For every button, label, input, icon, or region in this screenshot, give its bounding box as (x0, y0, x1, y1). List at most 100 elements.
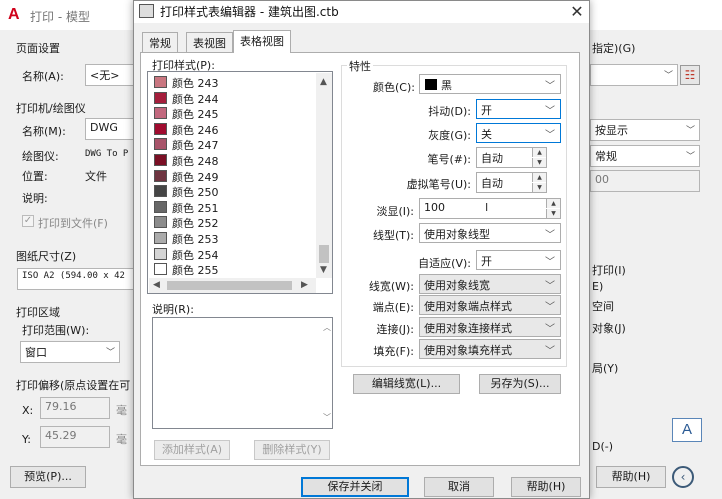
plot-style-item[interactable]: 颜色 250 (154, 183, 314, 199)
dither-select[interactable]: 开 ﹀ (476, 99, 561, 119)
lineweight-select[interactable]: 使用对象线宽 ﹀ (419, 274, 561, 294)
option-item-2[interactable]: E) (592, 280, 603, 293)
scroll-thumb[interactable] (319, 245, 329, 263)
plot-style-name: 颜色 255 (172, 264, 219, 278)
add-style-button[interactable]: 添加样式(A) (154, 440, 230, 460)
scroll-left-icon[interactable]: ◀ (153, 280, 160, 290)
spin-down-icon[interactable]: ▼ (532, 158, 546, 167)
paper-size-select[interactable]: ISO A2 (594.00 x 42 (17, 268, 135, 290)
save-and-close-button[interactable]: 保存并关闭 (301, 477, 409, 497)
plot-style-item[interactable]: 颜色 245 (154, 105, 314, 121)
virtual-pen-spinner[interactable]: 自动 ▲ ▼ (476, 172, 547, 193)
scroll-down-icon[interactable]: ▼ (320, 265, 327, 275)
option-item-4[interactable]: 对象(J) (592, 320, 626, 336)
spin-down-icon[interactable]: ▼ (532, 183, 546, 192)
save-as-button[interactable]: 另存为(S)... (479, 374, 561, 394)
plot-style-name: 颜色 252 (172, 217, 219, 231)
shaded-viewport-select[interactable]: 按显示 ﹀ (590, 119, 700, 141)
end-style-label: 端点(E): (372, 301, 414, 314)
collapse-options-icon[interactable]: ‹ (672, 466, 694, 488)
plot-style-item[interactable]: 颜色 254 (154, 246, 314, 262)
offset-x-input[interactable]: 79.16 (40, 397, 110, 419)
plot-style-item[interactable]: 颜色 243 (154, 74, 314, 90)
chevron-down-icon: ﹀ (105, 348, 115, 358)
help-button[interactable]: 帮助(H) (511, 477, 581, 497)
option-item-1[interactable]: 打印(I) (592, 262, 626, 278)
linetype-select[interactable]: 使用对象线型 ﹀ (419, 223, 561, 243)
dpi-input[interactable]: 00 (590, 170, 700, 192)
tab-table-view[interactable]: 表视图 (186, 32, 233, 52)
pen-number-label: 笔号(#): (427, 153, 471, 166)
partial-option-label[interactable]: D(-) (592, 440, 613, 453)
end-style-select[interactable]: 使用对象端点样式 ﹀ (419, 295, 561, 315)
plot-style-table-select[interactable]: ﹀ (590, 64, 678, 86)
cancel-button[interactable]: 取消 (424, 477, 494, 497)
tab-form-view[interactable]: 表格视图 (233, 30, 291, 53)
join-style-value: 使用对象连接样式 (424, 322, 512, 335)
spin-up-icon[interactable]: ▲ (532, 173, 546, 182)
plot-to-file-checkbox[interactable]: ✓ (22, 215, 34, 227)
plot-range-select[interactable]: 窗口 ﹀ (20, 341, 120, 363)
offset-y-label: Y: (22, 433, 31, 446)
page-setup-name-label: 名称(A): (22, 70, 64, 83)
offset-y-input[interactable]: 45.29 (40, 426, 110, 448)
plot-style-item[interactable]: 颜色 244 (154, 90, 314, 106)
grayscale-label: 灰度(G): (428, 129, 471, 142)
plot-style-name: 颜色 245 (172, 108, 219, 122)
spin-down-icon[interactable]: ▼ (546, 209, 560, 218)
tab-general[interactable]: 常规 (142, 32, 178, 52)
plot-style-name: 颜色 254 (172, 248, 219, 262)
plot-style-item[interactable]: 颜色 255 (154, 261, 314, 277)
scroll-up-icon[interactable]: ︿ (323, 322, 331, 333)
color-select[interactable]: 黑 ﹀ (419, 74, 561, 94)
scroll-right-icon[interactable]: ▶ (301, 280, 308, 290)
description-textarea[interactable]: ︿ ﹀ (152, 317, 333, 429)
plot-help-button[interactable]: 帮助(H) (596, 466, 666, 488)
plot-style-item[interactable]: 颜色 247 (154, 136, 314, 152)
screening-spinner[interactable]: 100 I ▲ ▼ (419, 198, 561, 219)
plot-style-item[interactable]: 颜色 253 (154, 230, 314, 246)
location-value: 文件 (85, 170, 107, 183)
page-setup-name-select[interactable]: <无> (85, 64, 135, 86)
spin-up-icon[interactable]: ▲ (546, 199, 560, 208)
plot-style-item[interactable]: 颜色 246 (154, 121, 314, 137)
shade-display-value: 按显示 (595, 124, 628, 137)
close-icon[interactable]: ✕ (566, 1, 588, 23)
horizontal-scrollbar[interactable]: ◀ ▶ (149, 278, 316, 293)
vertical-scrollbar[interactable]: ▲ ▼ (316, 73, 332, 278)
grayscale-select[interactable]: 关 ﹀ (476, 123, 561, 143)
plotter-label: 绘图仪: (22, 150, 59, 163)
adaptive-select[interactable]: 开 ﹀ (476, 250, 561, 270)
spin-up-icon[interactable]: ▲ (532, 148, 546, 157)
page-setup-name-value: <无> (90, 69, 120, 82)
option-item-5[interactable]: 局(Y) (592, 360, 618, 376)
fill-style-select[interactable]: 使用对象填充样式 ﹀ (419, 339, 561, 359)
plot-style-item[interactable]: 颜色 252 (154, 214, 314, 230)
edit-lineweights-button[interactable]: 编辑线宽(L)... (353, 374, 460, 394)
plot-to-file-label: 打印到文件(F) (38, 217, 108, 230)
linetype-label: 线型(T): (372, 229, 414, 242)
printer-name-select[interactable]: DWG (85, 118, 135, 140)
plotter-value: DWG To P (85, 149, 129, 159)
join-style-select[interactable]: 使用对象连接样式 ﹀ (419, 317, 561, 337)
quality-select[interactable]: 常规 ﹀ (590, 145, 700, 167)
h-scroll-thumb[interactable] (167, 281, 292, 290)
scroll-down-icon[interactable]: ﹀ (323, 412, 331, 423)
color-swatch (154, 216, 167, 229)
option-item-3[interactable]: 空间 (592, 298, 614, 314)
color-swatch (154, 247, 167, 260)
chevron-down-icon: ﹀ (685, 152, 695, 162)
delete-style-button[interactable]: 删除样式(Y) (254, 440, 330, 460)
pen-number-spinner[interactable]: 自动 ▲ ▼ (476, 147, 547, 168)
preview-button[interactable]: 预览(P)... (10, 466, 86, 488)
plot-styles-list[interactable]: 颜色 243 颜色 244 颜色 245 颜色 246 颜色 247 颜色 248 颜色 2… (147, 71, 333, 294)
plot-style-item[interactable]: 颜色 249 (154, 168, 314, 184)
edit-plot-style-icon[interactable]: ☷ (680, 65, 700, 85)
scroll-up-icon[interactable]: ▲ (320, 77, 327, 87)
orientation-letter: A (681, 421, 692, 438)
plot-style-item[interactable]: 颜色 248 (154, 152, 314, 168)
chevron-down-icon: ﹀ (545, 130, 555, 141)
offset-x-label: X: (22, 404, 34, 417)
plot-style-item[interactable]: 颜色 251 (154, 199, 314, 215)
color-swatch (154, 185, 167, 198)
